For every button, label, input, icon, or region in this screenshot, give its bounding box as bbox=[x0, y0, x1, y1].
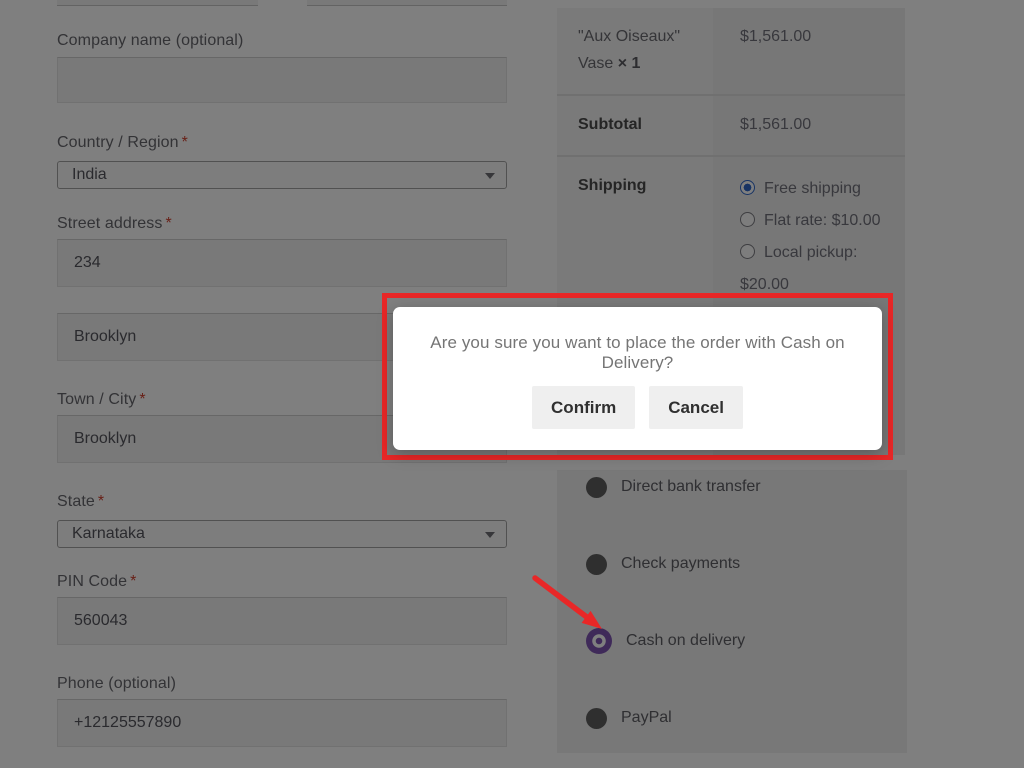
checkout-page: Company name (optional) Country / Region… bbox=[0, 0, 1024, 768]
annotation-arrow-icon bbox=[495, 555, 625, 645]
cancel-button[interactable]: Cancel bbox=[649, 386, 743, 429]
dialog-message: Are you sure you want to place the order… bbox=[393, 333, 882, 373]
dialog-buttons: Confirm Cancel bbox=[393, 386, 882, 429]
confirm-button[interactable]: Confirm bbox=[532, 386, 635, 429]
confirm-dialog: Are you sure you want to place the order… bbox=[393, 307, 882, 450]
